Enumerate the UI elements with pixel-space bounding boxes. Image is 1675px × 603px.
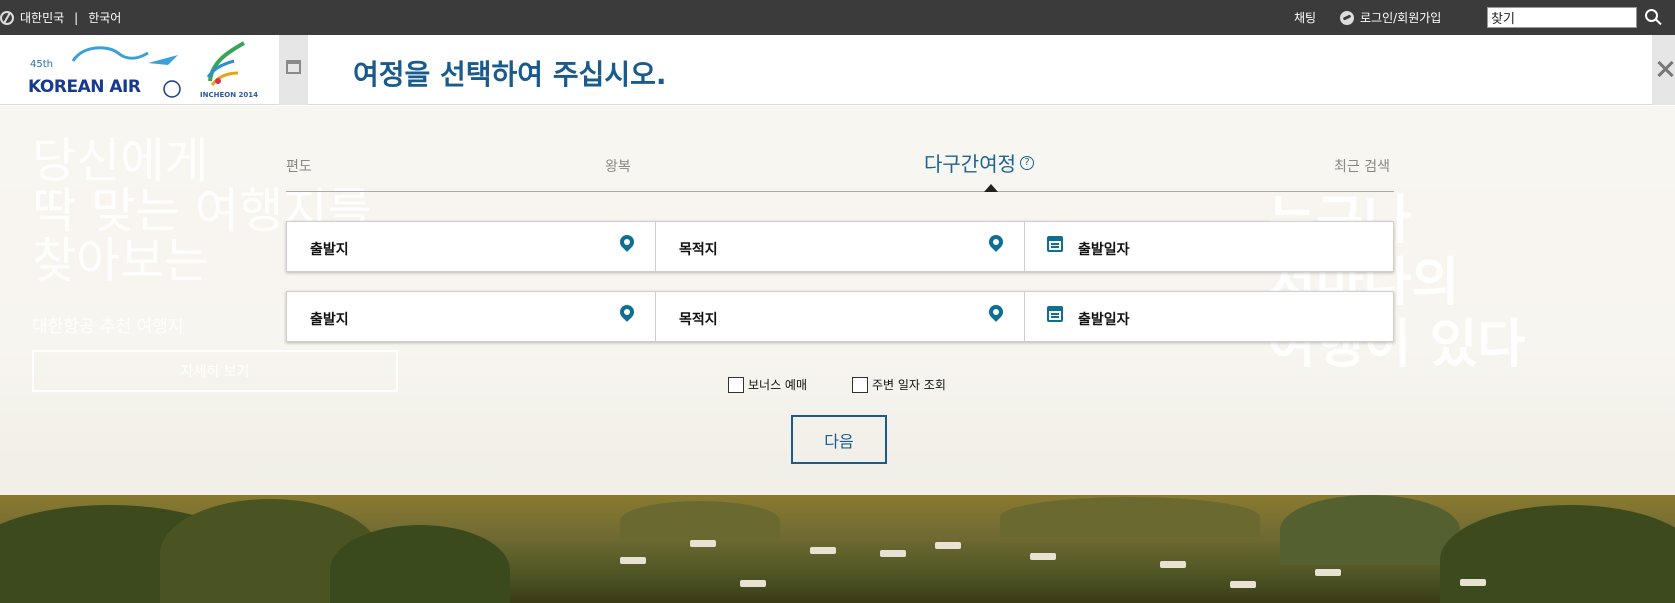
calendar-tab[interactable]	[279, 35, 308, 105]
trip-type-tabs: 편도 왕복 다구간여정? 최근 검색	[286, 148, 1394, 192]
location-pin-icon[interactable]	[620, 235, 634, 255]
origin-label: 출발지	[310, 312, 349, 328]
hero-details-button: 자세히 보기	[32, 350, 398, 392]
calendar-icon	[286, 60, 301, 74]
departure-date-field[interactable]: 출발일자	[1025, 292, 1393, 341]
close-button[interactable]	[1652, 35, 1675, 105]
asian-games-label: INCHEON 2014	[200, 91, 258, 99]
nearby-dates-label[interactable]: 주변 일자 조회	[872, 376, 946, 393]
departure-date-field[interactable]: 출발일자	[1025, 222, 1393, 271]
help-icon[interactable]: ?	[1020, 156, 1034, 170]
destination-field[interactable]: 목적지	[656, 292, 1025, 341]
bonus-booking-checkbox[interactable]	[728, 376, 744, 393]
active-tab-indicator	[984, 184, 998, 192]
nearby-dates-checkbox[interactable]	[852, 376, 868, 393]
login-link[interactable]: 로그인/회원가입	[1340, 0, 1441, 35]
tab-multi-city[interactable]: 다구간여정?	[924, 148, 1034, 177]
origin-field[interactable]: 출발지	[287, 292, 656, 341]
region-separator: |	[74, 10, 79, 25]
login-label[interactable]: 로그인/회원가입	[1360, 9, 1441, 26]
region-selector[interactable]: 대한민국 | 한국어	[0, 0, 121, 35]
destination-label: 목적지	[679, 312, 718, 328]
nearby-dates-option[interactable]: 주변 일자 조회	[852, 376, 946, 393]
location-pin-icon[interactable]	[989, 305, 1003, 325]
tab-multi-city-label[interactable]: 다구간여정	[924, 152, 1016, 176]
tab-one-way[interactable]: 편도	[286, 156, 312, 176]
origin-field[interactable]: 출발지	[287, 222, 656, 271]
country-label[interactable]: 대한민국	[20, 9, 64, 26]
brand-name: KOREAN AIR	[28, 77, 141, 97]
globe-icon	[0, 10, 14, 25]
close-icon	[1655, 59, 1675, 79]
segment-row-1: 출발지 목적지 출발일자	[286, 221, 1394, 272]
header: 45th KOREAN AIR INCHEON 2014 여정을 선택하여 주십…	[0, 35, 1675, 105]
korean-air-symbol-icon	[1340, 10, 1354, 25]
page-title: 여정을 선택하여 주십시오.	[353, 58, 667, 91]
destination-label: 목적지	[679, 242, 718, 258]
tab-recent-search[interactable]: 최근 검색	[1334, 156, 1390, 176]
location-pin-icon[interactable]	[620, 305, 634, 325]
next-button[interactable]: 다음	[791, 415, 887, 464]
calendar-icon	[1047, 236, 1063, 252]
departure-date-label: 출발일자	[1078, 312, 1130, 328]
hero-subline: 대한항공 추천 여행지	[32, 317, 184, 337]
landscape-photo	[0, 495, 1675, 603]
location-pin-icon[interactable]	[989, 235, 1003, 255]
anniversary-label: 45th	[30, 59, 53, 70]
korean-air-logo[interactable]: 45th KOREAN AIR	[28, 43, 188, 99]
top-utility-bar: 대한민국 | 한국어 채팅 로그인/회원가입	[0, 0, 1675, 35]
language-label[interactable]: 한국어	[88, 9, 121, 26]
tab-round-trip[interactable]: 왕복	[605, 156, 631, 176]
chat-link[interactable]: 채팅	[1294, 0, 1316, 35]
hero-slogan: 누구나 저마다의 여행이 있다	[1268, 190, 1526, 375]
destination-field[interactable]: 목적지	[656, 222, 1025, 271]
calendar-icon	[1047, 306, 1063, 322]
departure-date-label: 출발일자	[1078, 242, 1130, 258]
asian-games-logo: INCHEON 2014	[200, 41, 258, 99]
bonus-booking-label[interactable]: 보너스 예매	[748, 376, 807, 393]
search-icon[interactable]	[1644, 8, 1664, 28]
origin-label: 출발지	[310, 242, 349, 258]
bonus-booking-option[interactable]: 보너스 예매	[728, 376, 807, 393]
segment-row-2: 출발지 목적지 출발일자	[286, 291, 1394, 342]
search-input[interactable]	[1487, 7, 1637, 28]
